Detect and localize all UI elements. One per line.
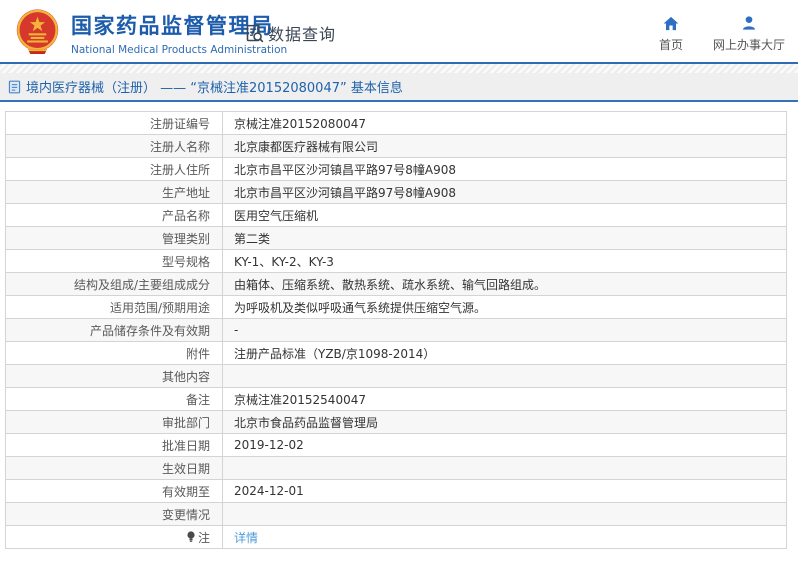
row-value: 京械注准20152080047 (222, 111, 787, 135)
row-label: 审批部门 (5, 410, 223, 434)
row-label: 产品储存条件及有效期 (5, 318, 223, 342)
row-label: 适用范围/预期用途 (5, 295, 223, 319)
row-value: 北京康都医疗器械有限公司 (222, 134, 787, 158)
data-query-label: 数据查询 (268, 25, 337, 44)
row-label: 产品名称 (5, 203, 223, 227)
row-value: 北京市食品药品监督管理局 (222, 410, 787, 434)
row-label: 备注 (5, 387, 223, 411)
data-query-title: 数据查询 (244, 21, 336, 45)
table-row: 型号规格 KY-1、KY-2、KY-3 (5, 249, 787, 273)
row-value: - (222, 318, 787, 342)
table-row: 生效日期 (5, 456, 787, 480)
row-label: 注册人住所 (5, 157, 223, 181)
row-value: 京械注准20152540047 (222, 387, 787, 411)
row-value: KY-1、KY-2、KY-3 (222, 249, 787, 273)
user-icon (741, 15, 757, 31)
table-row: 注册证编号 京械注准20152080047 (5, 111, 787, 135)
document-icon (8, 80, 21, 93)
national-emblem-logo (16, 9, 59, 55)
row-label: 结构及组成/主要组成成分 (5, 272, 223, 296)
table-row: 适用范围/预期用途 为呼吸机及类似呼吸通气系统提供压缩空气源。 (5, 295, 787, 319)
row-label: 附件 (5, 341, 223, 365)
table-row: 有效期至 2024-12-01 (5, 479, 787, 503)
table-row: 其他内容 (5, 364, 787, 388)
row-label: 型号规格 (5, 249, 223, 273)
hatch-divider (0, 64, 798, 73)
row-label: 变更情况 (5, 502, 223, 526)
row-label: 注册证编号 (5, 111, 223, 135)
main-content: 注册证编号 京械注准20152080047 注册人名称 北京康都医疗器械有限公司 注册人… (0, 102, 798, 549)
details-link[interactable]: 详情 (234, 531, 258, 545)
org-name-en: National Medical Products Administration (71, 43, 288, 56)
breadcrumb-text: 境内医疗器械（注册） —— “京械注准20152080047” 基本信息 (26, 81, 403, 96)
table-row: 管理类别 第二类 (5, 226, 787, 250)
page: 国家药品监督管理局 National Medical Products Admi… (0, 0, 798, 549)
row-label: 其他内容 (5, 364, 223, 388)
row-label: 批准日期 (5, 433, 223, 457)
row-value: 北京市昌平区沙河镇昌平路97号8幢A908 (222, 157, 787, 181)
row-value: 2019-12-02 (222, 433, 787, 457)
row-value: 医用空气压缩机 (222, 203, 787, 227)
row-label: 生效日期 (5, 456, 223, 480)
row-value: 注册产品标准（YZB/京1098-2014） (222, 341, 787, 365)
nav-service-hall-label: 网上办事大厅 (712, 38, 785, 52)
nav-home[interactable]: 首页 (659, 15, 683, 53)
table-row: 注详情 (5, 525, 787, 549)
row-label: 注 (5, 525, 223, 549)
row-value: 由箱体、压缩系统、散热系统、疏水系统、输气回路组成。 (222, 272, 787, 296)
row-value: 2024-12-01 (222, 479, 787, 503)
top-nav: 首页 网上办事大厅 (659, 15, 785, 53)
row-value (222, 364, 787, 388)
breadcrumb: 境内医疗器械（注册） —— “京械注准20152080047” 基本信息 (0, 73, 798, 102)
table-row: 产品名称 医用空气压缩机 (5, 203, 787, 227)
data-query-search-icon (246, 24, 264, 42)
nav-service-hall[interactable]: 网上办事大厅 (713, 15, 785, 53)
table-row: 注册人名称 北京康都医疗器械有限公司 (5, 134, 787, 158)
home-icon (663, 15, 679, 31)
row-value: 北京市昌平区沙河镇昌平路97号8幢A908 (222, 180, 787, 204)
row-value (222, 502, 787, 526)
table-row: 产品储存条件及有效期 - (5, 318, 787, 342)
row-label: 注册人名称 (5, 134, 223, 158)
table-row: 备注 京械注准20152540047 (5, 387, 787, 411)
info-table-body: 注册证编号 京械注准20152080047 注册人名称 北京康都医疗器械有限公司 注册人… (5, 111, 787, 549)
info-table: 注册证编号 京械注准20152080047 注册人名称 北京康都医疗器械有限公司 注册人… (5, 111, 787, 549)
row-value (222, 456, 787, 480)
lightbulb-icon (187, 530, 195, 542)
table-row: 结构及组成/主要组成成分 由箱体、压缩系统、散热系统、疏水系统、输气回路组成。 (5, 272, 787, 296)
row-label: 有效期至 (5, 479, 223, 503)
row-label: 管理类别 (5, 226, 223, 250)
table-row: 附件 注册产品标准（YZB/京1098-2014） (5, 341, 787, 365)
site-header: 国家药品监督管理局 National Medical Products Admi… (0, 0, 798, 64)
table-row: 审批部门 北京市食品药品监督管理局 (5, 410, 787, 434)
row-value: 第二类 (222, 226, 787, 250)
nav-home-label: 首页 (658, 38, 683, 52)
row-label: 生产地址 (5, 180, 223, 204)
table-row: 生产地址 北京市昌平区沙河镇昌平路97号8幢A908 (5, 180, 787, 204)
table-row: 批准日期 2019-12-02 (5, 433, 787, 457)
table-row: 注册人住所 北京市昌平区沙河镇昌平路97号8幢A908 (5, 157, 787, 181)
table-row: 变更情况 (5, 502, 787, 526)
row-value: 为呼吸机及类似呼吸通气系统提供压缩空气源。 (222, 295, 787, 319)
row-value: 详情 (222, 525, 787, 549)
